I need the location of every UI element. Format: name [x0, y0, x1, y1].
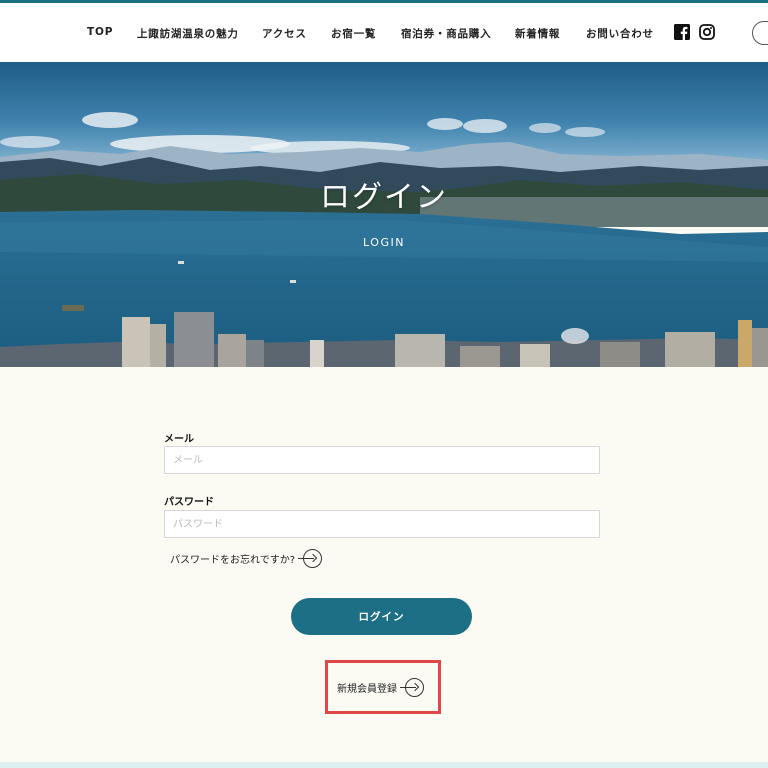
arrow-right-icon — [298, 549, 323, 568]
instagram-icon[interactable] — [699, 24, 715, 40]
nav-item-inns[interactable]: お宿一覧 — [331, 26, 376, 41]
password-field[interactable] — [164, 510, 600, 538]
footer-band — [0, 762, 768, 768]
forgot-password-link[interactable]: パスワードをお忘れですか? — [170, 549, 323, 568]
nav-item-access[interactable]: アクセス — [262, 26, 307, 41]
nav-item-top[interactable]: TOP — [87, 26, 113, 38]
site-header: TOP 上諏訪湖温泉の魅力 アクセス お宿一覧 宿泊券・商品購入 新着情報 お問… — [0, 3, 768, 62]
facebook-icon[interactable] — [674, 24, 690, 40]
register-highlight-box — [325, 660, 441, 714]
email-field[interactable] — [164, 446, 600, 474]
email-label: メール — [164, 434, 194, 445]
page-title: ログイン — [320, 180, 448, 215]
nav-item-contact[interactable]: お問い合わせ — [586, 26, 654, 41]
login-button[interactable]: ログイン — [291, 598, 472, 635]
password-label: パスワード — [164, 497, 214, 508]
forgot-password-label: パスワードをお忘れですか? — [170, 555, 296, 566]
page-subtitle: LOGIN — [363, 236, 405, 249]
main-nav: TOP 上諏訪湖温泉の魅力 アクセス お宿一覧 宿泊券・商品購入 新着情報 お問… — [0, 3, 768, 62]
nav-item-news[interactable]: 新着情報 — [515, 26, 560, 41]
nav-item-charm[interactable]: 上諏訪湖温泉の魅力 — [137, 26, 239, 41]
hero-banner: ログイン LOGIN — [0, 62, 768, 367]
nav-item-vouchers[interactable]: 宿泊券・商品購入 — [401, 26, 491, 41]
